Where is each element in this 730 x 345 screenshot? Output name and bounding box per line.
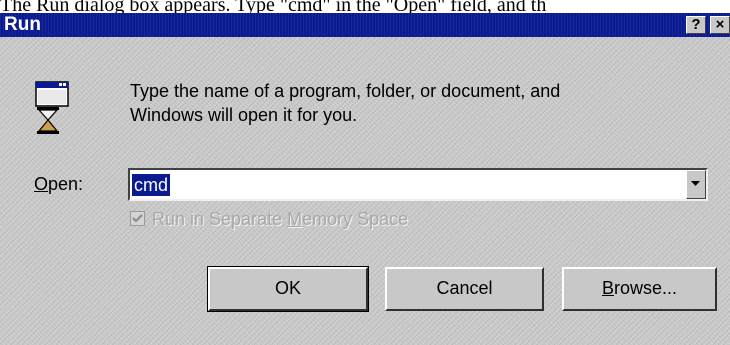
browse-button[interactable]: Browse... [562,267,717,311]
open-label-mnemonic: O [34,174,49,194]
close-icon: × [715,16,725,33]
check-icon [132,214,143,223]
ok-button[interactable]: OK [207,266,369,312]
checkbox-label-part-2: emory Space [302,209,409,229]
description-line-2: Windows will open it for you. [130,105,358,125]
dropdown-button[interactable] [686,170,706,199]
close-button[interactable]: × [710,16,730,34]
dialog-title: Run [4,14,41,35]
browse-mnemonic: B [601,278,614,298]
page-caption: The Run dialog box appears. Type "cmd" i… [0,0,547,14]
open-label: Open: [34,174,83,195]
separate-memory-label: Run in Separate Memory Space [152,209,408,230]
separate-memory-checkbox [130,211,145,226]
run-program-icon [33,81,71,135]
cancel-button[interactable]: Cancel [385,267,544,311]
browse-button-label: rowse... [613,278,678,298]
checkbox-label-mnemonic: M [287,209,303,229]
help-icon: ? [691,16,701,33]
dialog-description: Type the name of a program, folder, or d… [130,79,690,127]
run-dialog: Run ? × Type the name of a program, fold… [0,13,730,345]
ok-button-label: OK [274,278,301,298]
help-button[interactable]: ? [686,16,706,34]
open-combobox[interactable]: cmd [128,168,708,201]
open-input-value[interactable]: cmd [132,174,171,196]
cancel-button-label: Cancel [436,278,493,298]
checkbox-label-part-1: Run in Separate [152,209,288,229]
open-label-text: pen: [48,174,84,194]
chevron-down-icon [691,181,700,186]
description-line-1: Type the name of a program, folder, or d… [130,81,561,101]
title-bar[interactable]: Run ? × [0,13,730,37]
